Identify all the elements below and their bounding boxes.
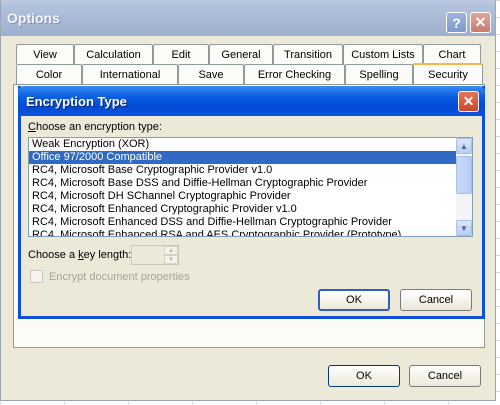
options-close-button[interactable]: ✕	[470, 12, 491, 33]
tab-security[interactable]: Security	[413, 63, 483, 84]
tab-spelling[interactable]: Spelling	[345, 64, 413, 84]
encryption-type-item[interactable]: RC4, Microsoft Enhanced Cryptographic Pr…	[29, 203, 456, 216]
encryption-cancel-button[interactable]: Cancel	[400, 289, 472, 311]
encryption-type-item[interactable]: Weak Encryption (XOR)	[29, 138, 456, 151]
key-length-spinner: ▲ ▼	[131, 245, 179, 265]
options-titlebar[interactable]: Options ? ✕	[1, 0, 495, 36]
tab-error-checking[interactable]: Error Checking	[244, 64, 345, 84]
encryption-type-label: Choose an encryption type:	[28, 121, 162, 133]
tab-custom-lists[interactable]: Custom Lists	[343, 44, 423, 64]
tab-edit[interactable]: Edit	[153, 44, 209, 64]
tab-general[interactable]: General	[209, 44, 273, 64]
help-icon: ?	[452, 14, 461, 31]
spin-down-icon: ▼	[164, 255, 178, 264]
encryption-type-item[interactable]: RC4, Microsoft Base DSS and Diffie-Hellm…	[29, 177, 456, 190]
spin-up-icon: ▲	[164, 246, 178, 255]
encryption-ok-button[interactable]: OK	[318, 289, 390, 311]
listbox-scrollbar[interactable]: ▲ ▼	[456, 138, 472, 236]
encryption-type-item[interactable]: RC4, Microsoft Base Cryptographic Provid…	[29, 164, 456, 177]
encryption-type-list: Weak Encryption (XOR) Office 97/2000 Comp…	[29, 138, 456, 236]
close-icon: ✕	[462, 93, 475, 109]
scroll-up-button[interactable]: ▲	[456, 138, 472, 154]
encryption-type-item[interactable]: RC4, Microsoft Enhanced DSS and Diffie-H…	[29, 216, 456, 229]
tab-international[interactable]: International	[82, 64, 178, 84]
tab-calculation[interactable]: Calculation	[74, 44, 153, 64]
encryption-type-item[interactable]: RC4, Microsoft DH SChannel Cryptographic…	[29, 190, 456, 203]
help-button[interactable]: ?	[446, 12, 467, 33]
arrow-down-icon: ▼	[460, 223, 468, 233]
tab-chart[interactable]: Chart	[423, 44, 481, 64]
tab-transition[interactable]: Transition	[273, 44, 343, 64]
options-title: Options	[7, 10, 60, 26]
scroll-down-button[interactable]: ▼	[456, 220, 472, 236]
options-ok-button[interactable]: OK	[328, 365, 400, 387]
encrypt-properties-label: Encrypt document properties	[49, 270, 190, 283]
encryption-type-item[interactable]: Office 97/2000 Compatible	[29, 151, 456, 164]
tab-save[interactable]: Save	[178, 64, 244, 84]
encryption-type-listbox[interactable]: Weak Encryption (XOR) Office 97/2000 Comp…	[28, 137, 473, 237]
encrypt-properties-row: Encrypt document properties	[30, 270, 190, 283]
encryption-close-button[interactable]: ✕	[458, 91, 479, 112]
scroll-thumb[interactable]	[456, 156, 472, 194]
tab-color[interactable]: Color	[16, 64, 82, 84]
key-length-label: Choose a key length:	[28, 249, 132, 261]
encryption-type-item[interactable]: RC4, Microsoft Enhanced RSA and AES Cryp…	[29, 229, 456, 236]
tab-view[interactable]: View	[16, 44, 74, 64]
encrypt-properties-checkbox	[30, 270, 43, 283]
close-icon: ✕	[474, 14, 487, 30]
encryption-type-dialog: Encryption Type ✕ Choose an encryption t…	[18, 86, 485, 319]
encryption-title: Encryption Type	[26, 93, 127, 109]
arrow-up-icon: ▲	[460, 141, 468, 151]
options-cancel-button[interactable]: Cancel	[409, 365, 481, 387]
encryption-titlebar[interactable]: Encryption Type ✕	[18, 86, 485, 116]
